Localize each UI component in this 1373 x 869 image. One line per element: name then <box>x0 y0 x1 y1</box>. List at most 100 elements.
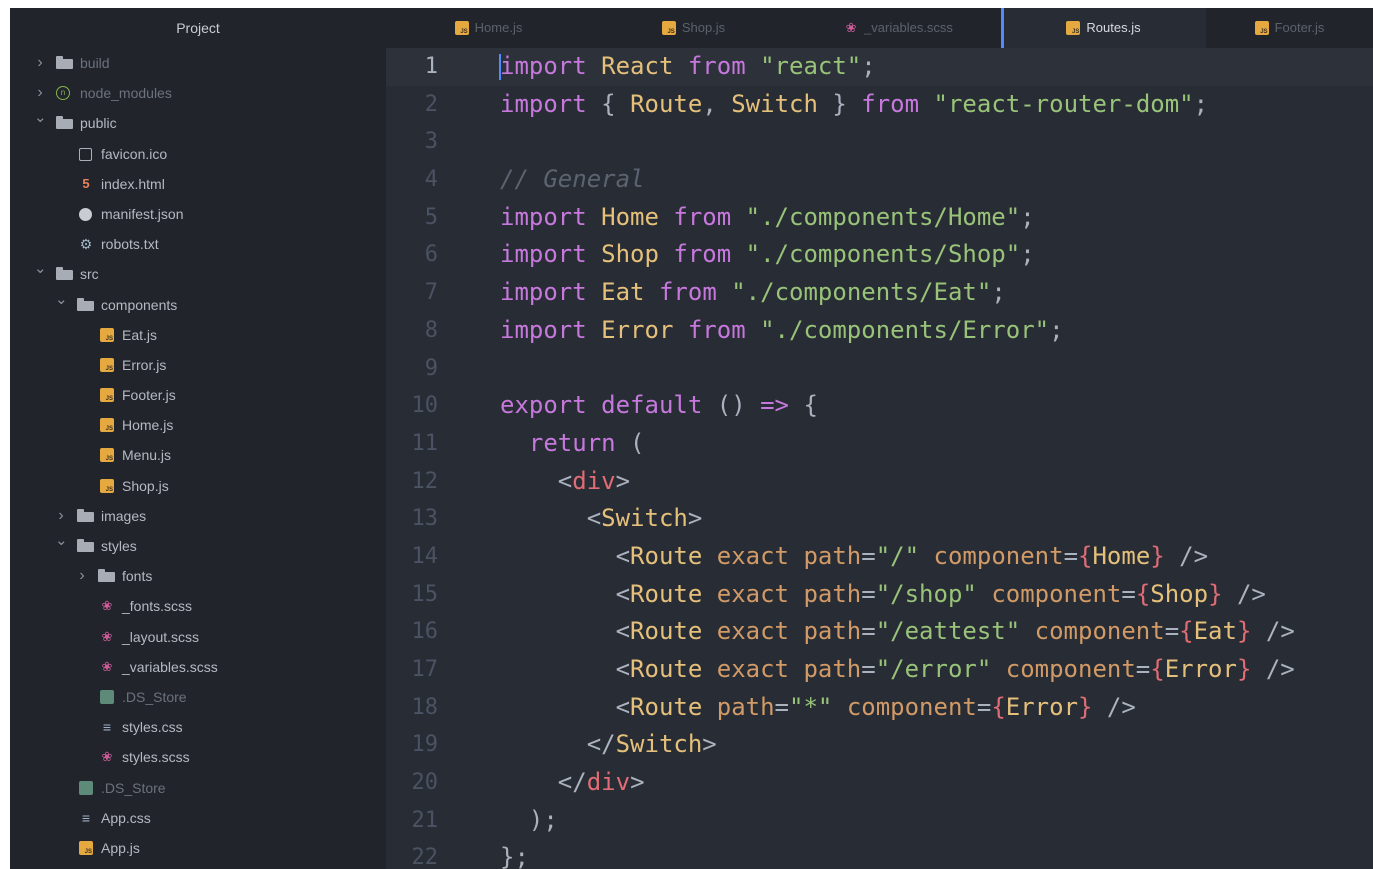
code-token: Eat <box>1193 617 1237 646</box>
code-line[interactable]: 8 import Error from "./components/Error"; <box>386 312 1373 350</box>
code-line[interactable]: 7 import Eat from "./components/Eat"; <box>386 274 1373 312</box>
code-line[interactable]: 13 <Switch> <box>386 500 1373 538</box>
tree-file-error-js[interactable]: Error.js <box>10 350 386 380</box>
tree-folder-node-modules[interactable]: › n node_modules <box>10 78 386 108</box>
code-token: Error <box>601 315 674 344</box>
chevron-down-icon[interactable]: ⌄ <box>34 103 47 133</box>
tree-file-app-js[interactable]: App.js <box>10 833 386 863</box>
line-number: 6 <box>424 242 438 268</box>
tree-file-eat-js[interactable]: Eat.js <box>10 320 386 350</box>
code-line[interactable]: 4 // General <box>386 161 1373 199</box>
tree-folder-public[interactable]: ⌄ public <box>10 108 386 138</box>
code-line[interactable]: 19 </Switch> <box>386 726 1373 764</box>
line-number: 17 <box>411 657 439 682</box>
tree-file-styles-scss[interactable]: ❀ styles.scss <box>10 742 386 772</box>
chevron-down-icon[interactable]: ⌄ <box>55 526 68 556</box>
code-line[interactable]: 1 import React from "react"; <box>386 48 1373 86</box>
code-line[interactable]: 14 <Route exact path="/" component={Home… <box>386 538 1373 576</box>
code-area[interactable]: 1 import React from "react"; 2 import { Rou… <box>386 48 1373 869</box>
chevron-right-icon[interactable]: › <box>34 48 46 78</box>
code-token: exact <box>716 617 789 646</box>
chevron-down-icon[interactable]: ⌄ <box>34 254 47 284</box>
code-token: path <box>803 617 862 646</box>
line-number: 7 <box>424 280 438 306</box>
code-token: = <box>1121 579 1136 608</box>
code-token: = <box>861 579 876 608</box>
code-line[interactable]: 17 <Route exact path="/error" component=… <box>386 651 1373 689</box>
code-line[interactable]: 3 <box>386 123 1373 161</box>
code-token: from <box>673 240 732 269</box>
code-line[interactable]: 22}; <box>386 839 1373 869</box>
js-file-icon <box>100 388 114 403</box>
code-token: import <box>500 315 587 344</box>
code-text: return ( <box>500 425 645 463</box>
code-line[interactable]: 2 import { Route, Switch } from "react-ro… <box>386 86 1373 124</box>
line-number: 12 <box>411 468 439 494</box>
tree-file-ds-store[interactable]: .DS_Store <box>10 773 386 803</box>
tree-folder-styles[interactable]: ⌄ styles <box>10 531 386 561</box>
code-line[interactable]: 20 </div> <box>386 764 1373 802</box>
code-token: Switch <box>731 89 818 118</box>
tree-folder-components[interactable]: ⌄ components <box>10 290 386 320</box>
tree-file-fonts-scss[interactable]: ❀ _fonts.scss <box>10 591 386 621</box>
tab-label: Routes.js <box>1086 20 1141 35</box>
line-number: 2 <box>424 91 438 117</box>
code-line[interactable]: 15 <Route exact path="/shop" component={… <box>386 576 1373 614</box>
code-token: import <box>500 89 587 118</box>
code-line[interactable]: 11 return ( <box>386 425 1373 463</box>
tree-item-label: styles.scss <box>122 749 190 766</box>
tree-folder-fonts[interactable]: › fonts <box>10 561 386 591</box>
tree-file-layout-scss[interactable]: ❀ _layout.scss <box>10 622 386 652</box>
code-line[interactable]: 16 <Route exact path="/eattest" componen… <box>386 613 1373 651</box>
tree-file-home-js[interactable]: Home.js <box>10 410 386 440</box>
code-line[interactable]: 10 export default () => { <box>386 387 1373 425</box>
tree-file-robots-txt[interactable]: ⚙ robots.txt <box>10 229 386 259</box>
tab-routes-js[interactable]: Routes.js <box>1001 8 1206 48</box>
tree-file-styles-css[interactable]: ≡ styles.css <box>10 712 386 742</box>
tree-file-menu-js[interactable]: Menu.js <box>10 440 386 470</box>
tab-footer-js[interactable]: Footer.js <box>1206 8 1373 48</box>
sass-file-icon: ❀ <box>845 19 857 35</box>
tree-item-label: src <box>80 266 99 283</box>
code-token: Route <box>630 655 703 683</box>
tree-folder-build[interactable]: › build <box>10 48 386 78</box>
code-token: from <box>687 315 746 344</box>
js-file-icon <box>100 448 114 463</box>
js-file-icon <box>100 418 114 433</box>
js-file-icon <box>454 20 469 36</box>
code-line[interactable]: 18 <Route path="*" component={Error} /> <box>386 689 1373 727</box>
tab-shop-js[interactable]: Shop.js <box>591 8 796 48</box>
code-line[interactable]: 6 import Shop from "./components/Shop"; <box>386 236 1373 274</box>
tree-file-variables-scss[interactable]: ❀ _variables.scss <box>10 652 386 682</box>
tree-file-index-html[interactable]: 5 index.html <box>10 169 386 199</box>
line-number: 8 <box>424 317 438 343</box>
tree-file-shop-js[interactable]: Shop.js <box>10 471 386 501</box>
js-file-icon <box>1254 20 1269 36</box>
tree-file-footer-js[interactable]: Footer.js <box>10 380 386 410</box>
code-token: path <box>803 579 862 608</box>
tree-file-manifest-json[interactable]: manifest.json <box>10 199 386 229</box>
tree-file-favicon-ico[interactable]: favicon.ico <box>10 139 386 169</box>
code-token: Route <box>630 89 703 118</box>
tree-file-app-css[interactable]: ≡ App.css <box>10 803 386 833</box>
ds-store-icon <box>100 689 114 704</box>
line-number: 18 <box>411 694 439 720</box>
code-token: /> <box>1251 655 1295 683</box>
code-line[interactable]: 9 <box>386 350 1373 388</box>
chevron-right-icon[interactable]: › <box>76 561 88 591</box>
code-line[interactable]: 21 ); <box>386 802 1373 840</box>
code-token: < <box>500 541 631 570</box>
tree-item-label: components <box>101 296 178 313</box>
code-line[interactable]: 12 <div> <box>386 463 1373 501</box>
code-line[interactable]: 5 import Home from "./components/Home"; <box>386 199 1373 237</box>
tree-item-label: manifest.json <box>101 205 184 222</box>
chevron-down-icon[interactable]: ⌄ <box>55 285 68 315</box>
tree-file-ds-store[interactable]: .DS_Store <box>10 682 386 712</box>
tab-label: Shop.js <box>681 20 726 35</box>
tab-variables-scss[interactable]: ❀ _variables.scss <box>796 8 1001 48</box>
tree-item-label: Eat.js <box>122 326 158 343</box>
tab-home-js[interactable]: Home.js <box>386 8 591 48</box>
code-token: from <box>673 202 732 231</box>
folder-icon <box>56 116 73 130</box>
